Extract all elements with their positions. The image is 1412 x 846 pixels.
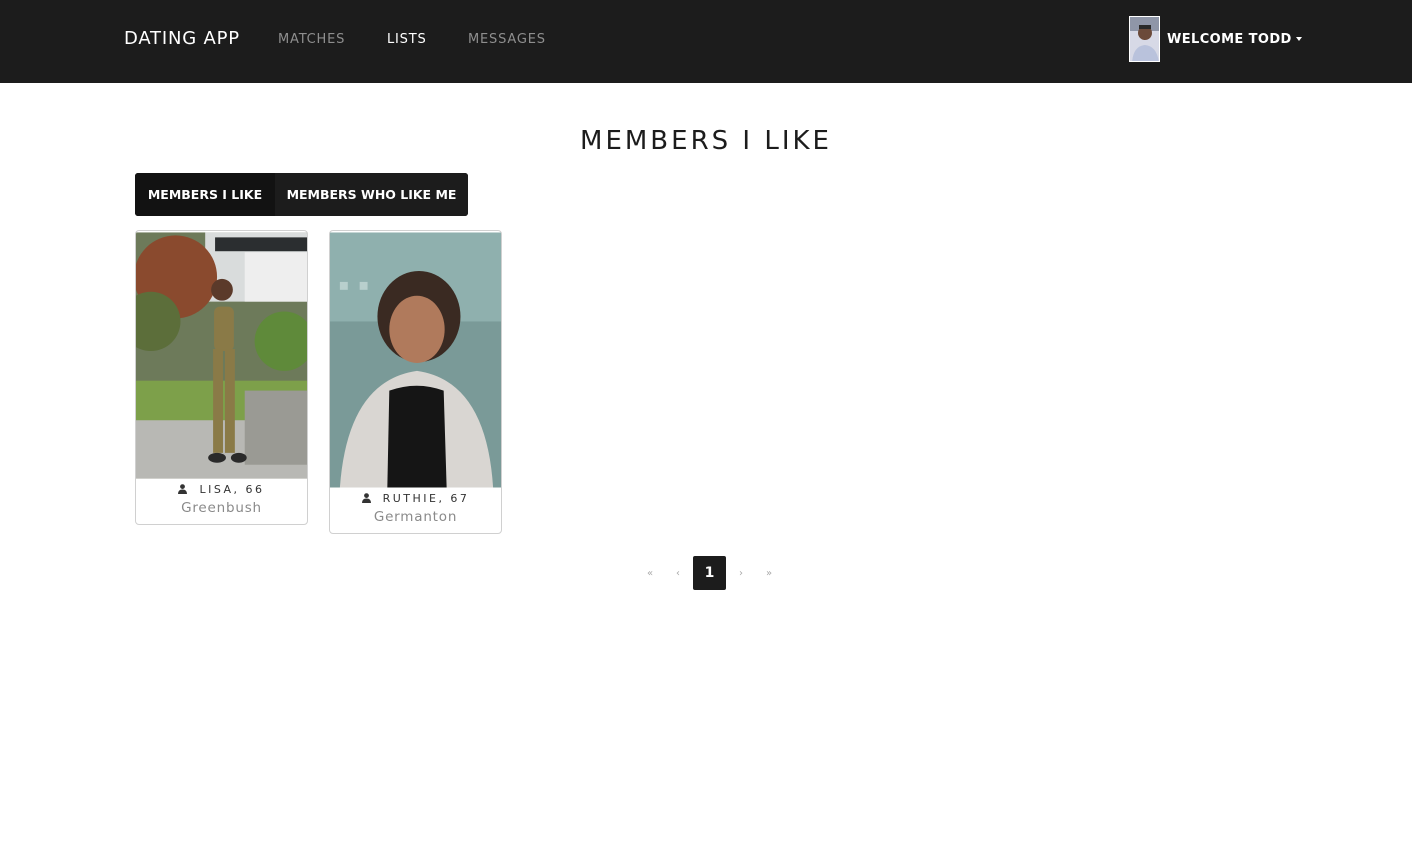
last-page-button[interactable]: » [755,556,783,590]
list-toggle-group: MEMBERS I LIKE MEMBERS WHO LIKE ME [135,173,468,216]
member-city: Greenbush [181,500,262,516]
page-1-button[interactable]: 1 [693,556,726,590]
welcome-dropdown-toggle[interactable]: WELCOME TODD [1167,32,1302,47]
member-city: Germanton [373,509,458,525]
nav-link-messages[interactable]: MESSAGES [468,32,546,47]
brand-link[interactable]: DATING APP [124,28,240,49]
pagination: « ‹ 1 › » [636,556,783,590]
welcome-text: WELCOME TODD [1167,31,1292,47]
member-photo[interactable] [330,231,501,489]
members-who-like-me-button[interactable]: MEMBERS WHO LIKE ME [275,173,468,216]
nav-link-matches[interactable]: MATCHES [278,32,345,47]
user-avatar[interactable] [1129,16,1160,62]
member-name: LISA, 66 [199,483,265,496]
page-title: MEMBERS I LIKE [580,126,832,156]
member-name: RUTHIE, 67 [382,492,470,505]
user-menu[interactable]: WELCOME TODD [1129,16,1302,62]
member-name-row: LISA, 66 [136,483,307,496]
user-icon [178,484,188,494]
previous-page-button[interactable]: ‹ [664,556,692,590]
next-page-button[interactable]: › [727,556,755,590]
caret-down-icon [1295,37,1302,41]
user-icon [361,493,371,503]
member-photo[interactable] [136,231,307,480]
member-name-row: RUTHIE, 67 [330,492,501,505]
first-page-button[interactable]: « [636,556,664,590]
nav-link-lists[interactable]: LISTS [387,32,427,47]
members-i-like-button[interactable]: MEMBERS I LIKE [135,173,275,216]
member-card[interactable]: RUTHIE, 67 Germanton [329,230,502,534]
member-card[interactable]: LISA, 66 Greenbush [135,230,308,525]
top-navbar: DATING APP MATCHES LISTS MESSAGES WELCOM… [0,0,1412,83]
